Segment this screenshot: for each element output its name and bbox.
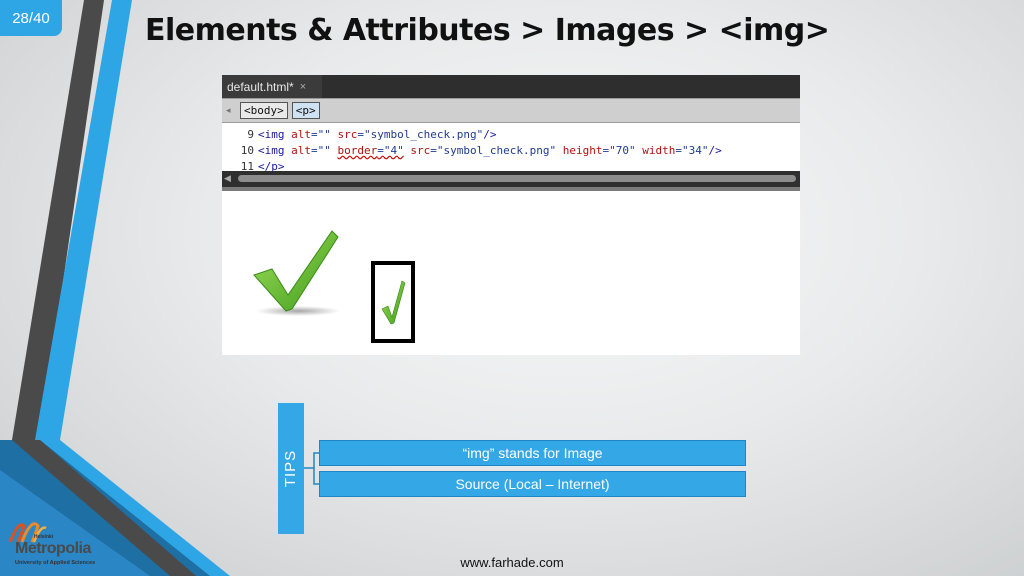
editor-tab[interactable]: default.html* × [222,75,322,98]
scrollbar-thumb[interactable] [238,175,796,182]
code-token: ="70" [602,144,643,157]
check-image-large [253,230,340,316]
breadcrumb: ◂ <body> <p> [222,98,800,123]
line-number: 9 [247,128,254,141]
tip-item: Source (Local – Internet) [319,471,746,497]
code-token: alt [291,144,311,157]
code-token: src [337,128,358,141]
slide-number: 28/40 [0,0,62,36]
logo-name: Metropolia [15,540,91,557]
slide-title: Elements & Attributes > Images > <img> [145,13,830,48]
code-token: /> [708,144,722,157]
breadcrumb-body[interactable]: <body> [240,102,288,119]
horizontal-scrollbar[interactable]: ◀ [222,171,800,187]
footer-url[interactable]: www.farhade.com [0,555,1024,570]
line-number: 11 [240,160,254,171]
code-token: width [642,144,676,157]
check-image-small [381,280,406,325]
code-token: ="symbol_check.png" [430,144,563,157]
code-token: ="" [311,144,338,157]
code-token: alt [291,128,311,141]
code-token: ="" [311,128,338,141]
tip-item: “img” stands for Image [319,440,746,466]
code-line[interactable]: 10 <img alt ="" border ="4" src ="symbol_che… [222,143,800,159]
editor-tab-label: default.html* [227,79,294,94]
tips-label: TIPS [282,449,300,488]
code-token: src [410,144,431,157]
code-token: height [562,144,603,157]
design-preview [222,191,800,355]
code-editor[interactable]: 9 <img alt ="" src ="symbol_check.png"/> 10 <… [222,123,800,171]
code-token: border [337,144,378,157]
code-token: ="34" [675,144,709,157]
editor-screenshot: default.html* × ◂ <body> <p> 9 <img alt ="… [222,75,800,355]
code-line[interactable]: 9 <img alt ="" src ="symbol_check.png"/> [222,127,800,143]
breadcrumb-p[interactable]: <p> [291,102,320,119]
chevron-left-icon[interactable]: ◂ [226,105,236,116]
code-line[interactable]: 11 </p> [222,159,800,171]
tips-label-box: TIPS [278,403,304,534]
code-token: <img [258,144,292,157]
code-token: ="4" [377,144,404,157]
bordered-image [371,261,415,343]
code-token: ="symbol_check.png" [357,128,484,141]
code-token: </p> [258,160,285,171]
line-number: 10 [240,144,254,157]
code-token: /> [483,128,497,141]
scroll-left-icon[interactable]: ◀ [224,173,231,184]
metropolia-logo: Helsinki Metropolia University of Applie… [4,518,99,572]
editor-tab-bar: default.html* × [222,75,800,98]
close-icon[interactable]: × [300,81,306,93]
code-token: <img [258,128,292,141]
logo-line2: University of Applied Sciences [15,560,96,566]
